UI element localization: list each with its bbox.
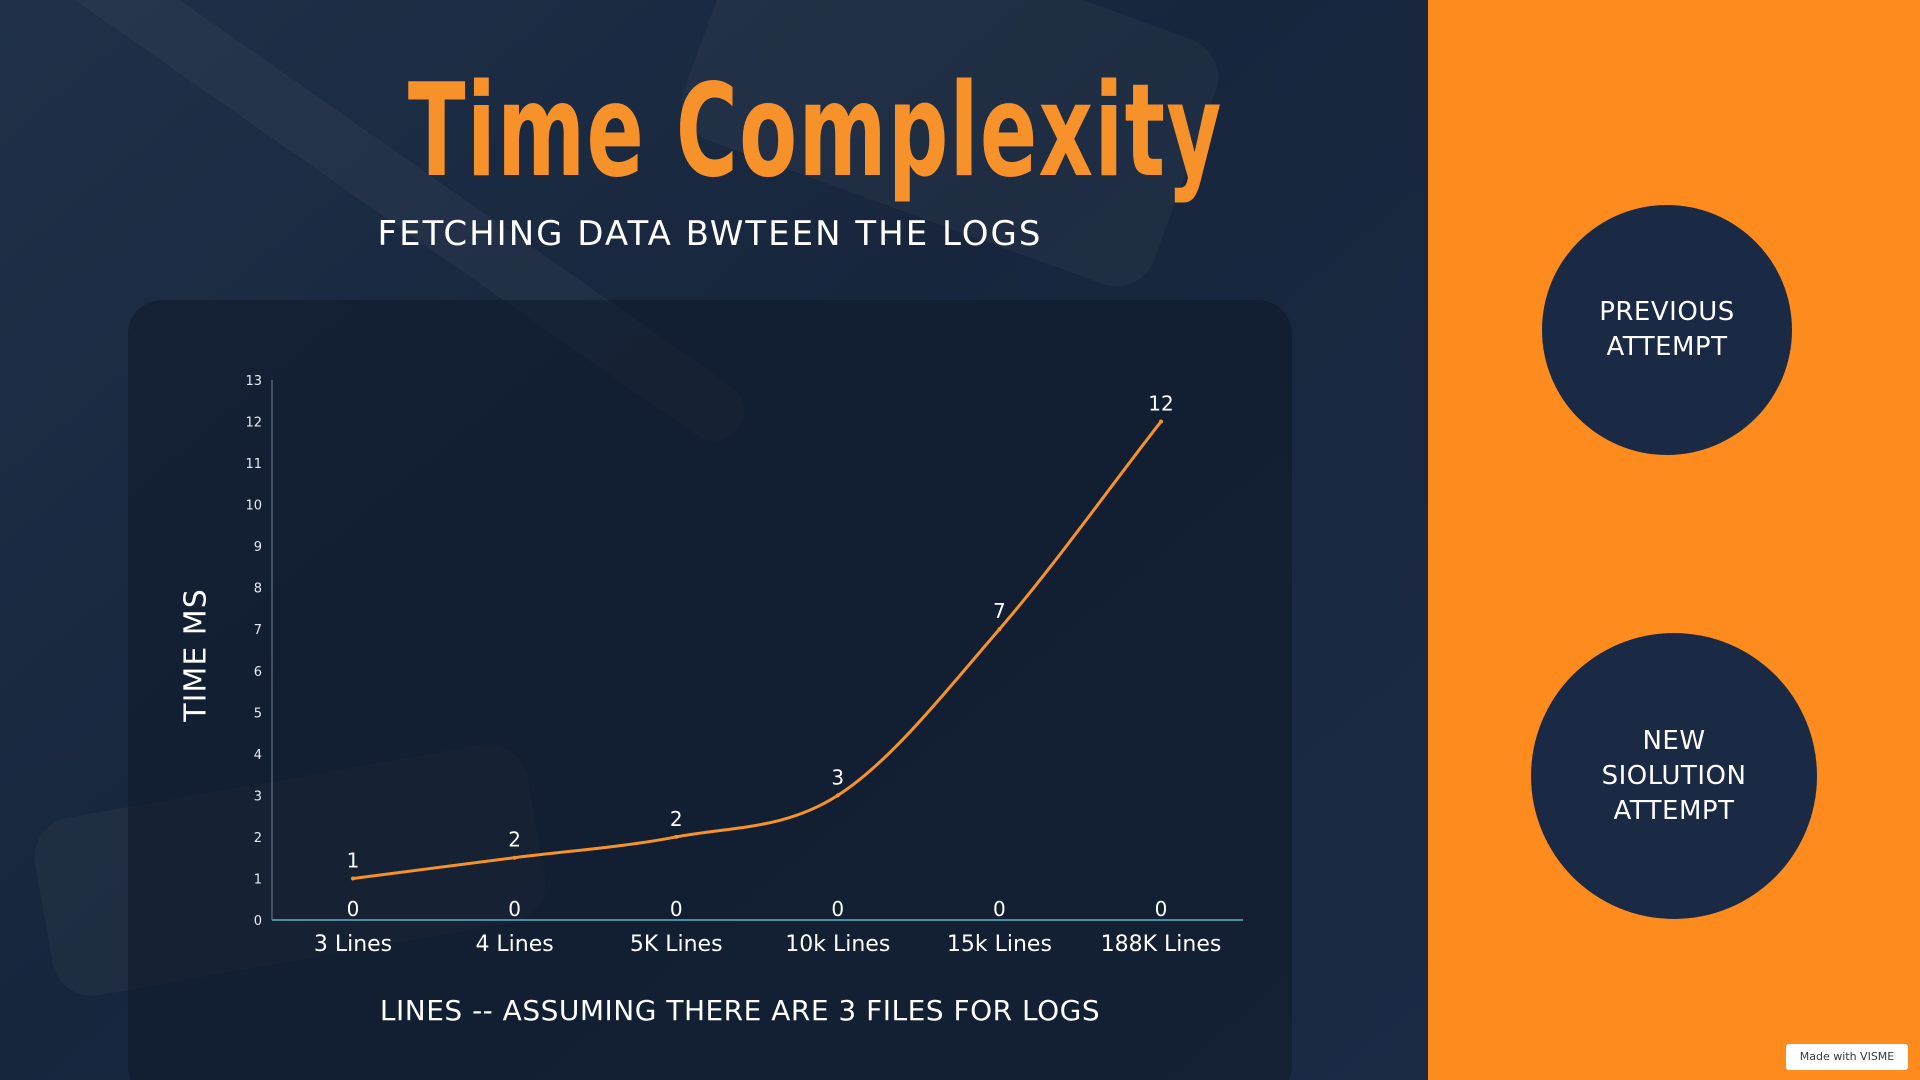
new-solution-attempt-button[interactable]: NEW SIOLUTION ATTEMPT xyxy=(1531,633,1817,919)
y-tick-label: 0 xyxy=(254,914,262,929)
y-tick-label: 4 xyxy=(254,748,262,763)
series-point xyxy=(674,834,679,839)
zero-series-data-label: 0 xyxy=(670,897,683,921)
series-data-label: 2 xyxy=(670,807,683,831)
zero-series-data-label: 0 xyxy=(831,897,844,921)
series-point xyxy=(1159,419,1163,424)
x-tick-label: 4 Lines xyxy=(475,932,553,957)
zero-series-data-label: 0 xyxy=(508,897,521,921)
line-chart: 0123456789101112133 Lines 4 Lines 5K Lines… xyxy=(245,374,1243,957)
zero-series-data-label: 0 xyxy=(993,897,1006,921)
previous-attempt-label: PREVIOUS ATTEMPT xyxy=(1599,297,1735,362)
series-point xyxy=(997,627,1002,632)
series-data-label: 1 xyxy=(347,848,360,872)
made-with-visme-badge[interactable]: Made with VISME xyxy=(1786,1044,1908,1070)
y-tick-label: 10 xyxy=(245,499,262,514)
slide: Time Complexity FETCHING DATA BWTEEN THE… xyxy=(0,0,1920,1080)
series-data-label: 12 xyxy=(1148,392,1173,416)
y-tick-label: 13 xyxy=(245,374,262,389)
x-tick-label: 3 Lines xyxy=(314,932,392,957)
x-axis-title: LINES -- ASSUMING THERE ARE 3 FILES FOR … xyxy=(379,994,1101,1027)
series-point xyxy=(351,876,355,881)
new-solution-attempt-label: NEW SIOLUTION ATTEMPT xyxy=(1601,725,1747,826)
y-tick-label: 2 xyxy=(254,831,262,846)
y-tick-label: 12 xyxy=(245,416,262,431)
series-point xyxy=(835,793,840,798)
previous-attempt-button[interactable]: PREVIOUS ATTEMPT xyxy=(1542,205,1792,455)
y-tick-label: 9 xyxy=(254,540,262,555)
x-tick-label: 5K Lines xyxy=(630,932,723,957)
series-line xyxy=(351,420,1163,880)
series-data-label: 7 xyxy=(993,599,1006,623)
y-tick-label: 7 xyxy=(254,623,262,638)
x-tick-label: 15k Lines xyxy=(947,932,1052,957)
y-tick-label: 6 xyxy=(254,665,262,680)
y-tick-label: 3 xyxy=(254,789,262,804)
y-tick-label: 11 xyxy=(245,457,262,472)
zero-series-data-label: 0 xyxy=(1155,897,1168,921)
y-tick-label: 5 xyxy=(254,706,262,721)
y-tick-label: 1 xyxy=(254,872,262,887)
y-axis-title-text: TIME MS xyxy=(178,588,214,722)
x-tick-label: 188K Lines xyxy=(1101,932,1222,957)
series-data-label: 3 xyxy=(831,765,844,789)
y-tick-label: 8 xyxy=(254,582,262,597)
zero-series-data-label: 0 xyxy=(347,897,360,921)
x-tick-label: 10k Lines xyxy=(785,932,890,957)
series-point xyxy=(512,855,517,860)
series-data-label: 2 xyxy=(508,828,521,852)
